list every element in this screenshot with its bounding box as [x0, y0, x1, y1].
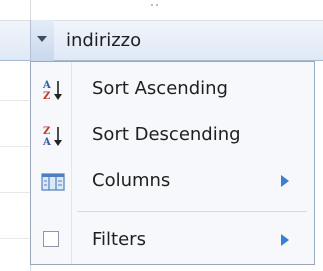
- menu-item-label: Filters: [92, 229, 146, 250]
- sort-ascending-icon: A Z: [41, 78, 65, 102]
- menu-item-columns[interactable]: Columns: [31, 158, 314, 204]
- menu-item-filters[interactable]: Filters: [31, 217, 314, 263]
- submenu-arrow-icon: [281, 234, 289, 246]
- checkbox-icon[interactable]: [43, 231, 59, 247]
- chevron-down-icon: [37, 36, 47, 42]
- svg-text:A: A: [42, 80, 51, 91]
- row-divider: [0, 238, 30, 239]
- menu-item-sort-ascending[interactable]: A Z Sort Ascending: [31, 66, 314, 112]
- svg-text:Z: Z: [43, 91, 50, 102]
- grid-dot: [156, 4, 158, 6]
- row-divider: [0, 192, 30, 193]
- menu-item-label: Sort Ascending: [92, 78, 228, 99]
- column-menu: A Z Sort Ascending Z A Sort Descending C…: [30, 61, 315, 265]
- column-menu-trigger[interactable]: [30, 20, 54, 61]
- sort-descending-icon: Z A: [41, 124, 65, 148]
- svg-text:A: A: [42, 137, 51, 148]
- columns-icon: [41, 170, 65, 194]
- grid-dot: [151, 4, 153, 6]
- column-header-label: indirizzo: [66, 30, 142, 51]
- menu-item-label: Sort Descending: [92, 124, 241, 145]
- submenu-arrow-icon: [281, 175, 289, 187]
- menu-divider: [77, 211, 307, 212]
- svg-text:Z: Z: [43, 126, 50, 137]
- menu-item-sort-descending[interactable]: Z A Sort Descending: [31, 112, 314, 158]
- menu-item-label: Columns: [92, 170, 171, 191]
- row-divider: [0, 146, 30, 147]
- row-divider: [0, 100, 30, 101]
- grid-area-top: [0, 0, 323, 20]
